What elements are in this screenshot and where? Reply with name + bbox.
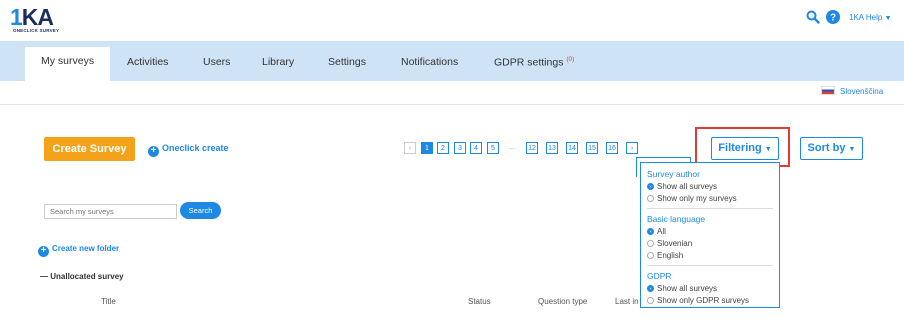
filter-option-label: English	[657, 251, 684, 260]
pagination-page[interactable]: 14	[566, 142, 578, 154]
language-label: Slovenščina	[840, 87, 884, 96]
divider	[647, 265, 773, 266]
oneclick-create-label: Oneclick create	[162, 143, 229, 153]
search-input[interactable]	[44, 204, 177, 219]
tab-users[interactable]: Users	[203, 56, 230, 68]
highlight-box	[695, 127, 790, 167]
column-status[interactable]: Status	[468, 297, 491, 306]
pagination-next[interactable]: ›	[626, 142, 638, 154]
pagination-page[interactable]: 2	[437, 142, 449, 154]
create-new-folder-link[interactable]: + Create new folder	[38, 244, 119, 257]
divider	[0, 104, 904, 105]
filter-option-label: Show only my surveys	[657, 194, 737, 203]
svg-text:?: ?	[830, 13, 836, 24]
pagination-page[interactable]: 3	[454, 142, 466, 154]
help-menu[interactable]: 1KA Help ▼	[849, 13, 892, 22]
sort-by-button[interactable]: Sort by ▼	[800, 137, 863, 160]
search-button[interactable]: Search	[180, 202, 221, 219]
main-nav: My surveys Activities Users Library Sett…	[0, 41, 904, 81]
pagination-ellipsis: ...	[506, 142, 518, 154]
radio-selected-icon	[647, 228, 654, 235]
chevron-down-icon: ▼	[848, 146, 856, 153]
plus-circle-icon: +	[38, 246, 49, 257]
pagination-page[interactable]: 5	[487, 142, 499, 154]
pagination-page[interactable]: 1	[421, 142, 433, 154]
radio-selected-icon	[647, 285, 654, 292]
unallocated-label: Unallocated survey	[50, 272, 124, 281]
column-question-type[interactable]: Question type	[538, 297, 587, 306]
sort-by-label: Sort by	[807, 142, 846, 154]
pagination-page[interactable]: 12	[526, 142, 538, 154]
filter-option-label: All	[657, 227, 666, 236]
pagination-page[interactable]: 13	[546, 142, 558, 154]
pagination-page[interactable]: 16	[606, 142, 618, 154]
filter-option-label: Show only GDPR surveys	[657, 296, 750, 305]
filter-option[interactable]: Show all surveys	[647, 182, 717, 191]
radio-icon	[647, 252, 654, 259]
filter-option[interactable]: All	[647, 227, 666, 236]
tab-library[interactable]: Library	[262, 56, 294, 68]
slovak-flag-icon	[821, 86, 835, 95]
filter-option[interactable]: Show only GDPR surveys	[647, 296, 749, 305]
radio-icon	[647, 297, 654, 304]
create-survey-button[interactable]: Create Survey	[44, 137, 135, 161]
chevron-down-icon: ▼	[884, 15, 892, 22]
column-last-in[interactable]: Last in	[615, 297, 639, 306]
filter-group-heading: Basic language	[647, 214, 706, 224]
filter-dropdown: Survey author Show all surveys Show only…	[640, 162, 780, 308]
filter-option-label: Show all surveys	[657, 182, 718, 191]
plus-circle-icon: +	[148, 146, 159, 157]
radio-selected-icon	[647, 183, 654, 190]
app-logo[interactable]: 1KA	[10, 4, 54, 31]
tab-my-surveys[interactable]: My surveys	[25, 47, 111, 81]
radio-icon	[647, 240, 654, 247]
radio-icon	[647, 195, 654, 202]
column-title[interactable]: Title	[101, 297, 116, 306]
tab-activities[interactable]: Activities	[127, 56, 168, 68]
help-menu-label: 1KA Help	[849, 13, 883, 22]
pagination-page[interactable]: 15	[586, 142, 598, 154]
create-new-folder-label: Create new folder	[52, 244, 120, 253]
gdpr-badge: (0)	[566, 56, 575, 63]
search-icon[interactable]	[806, 10, 820, 24]
oneclick-create-link[interactable]: + Oneclick create	[148, 143, 229, 157]
collapse-icon: —	[40, 272, 48, 281]
unallocated-folder[interactable]: — Unallocated survey	[40, 272, 124, 281]
logo-ka: KA	[21, 4, 54, 30]
filter-group-heading: GDPR	[647, 271, 672, 281]
pagination-page[interactable]: 4	[470, 142, 482, 154]
filter-group-heading: Survey author	[647, 169, 700, 179]
help-icon[interactable]: ?	[826, 10, 840, 24]
filter-option-label: Show all surveys	[657, 284, 718, 293]
tab-settings[interactable]: Settings	[328, 56, 366, 68]
filter-option-label: Slovenian	[657, 239, 693, 248]
filter-option[interactable]: Slovenian	[647, 239, 692, 248]
logo-tagline: ONECLICK SURVEY	[13, 28, 60, 33]
logo-one: 1	[10, 4, 23, 30]
pagination-prev[interactable]: ‹	[404, 142, 416, 154]
filter-option[interactable]: Show only my surveys	[647, 194, 737, 203]
filter-option[interactable]: Show all surveys	[647, 284, 717, 293]
tab-gdpr-label: GDPR settings	[494, 56, 564, 69]
filter-option[interactable]: English	[647, 251, 683, 260]
tab-gdpr-settings[interactable]: GDPR settings (0)	[494, 56, 574, 69]
tab-notifications[interactable]: Notifications	[401, 56, 458, 68]
divider	[647, 208, 773, 209]
language-switch[interactable]: Slovenščina	[821, 86, 883, 96]
